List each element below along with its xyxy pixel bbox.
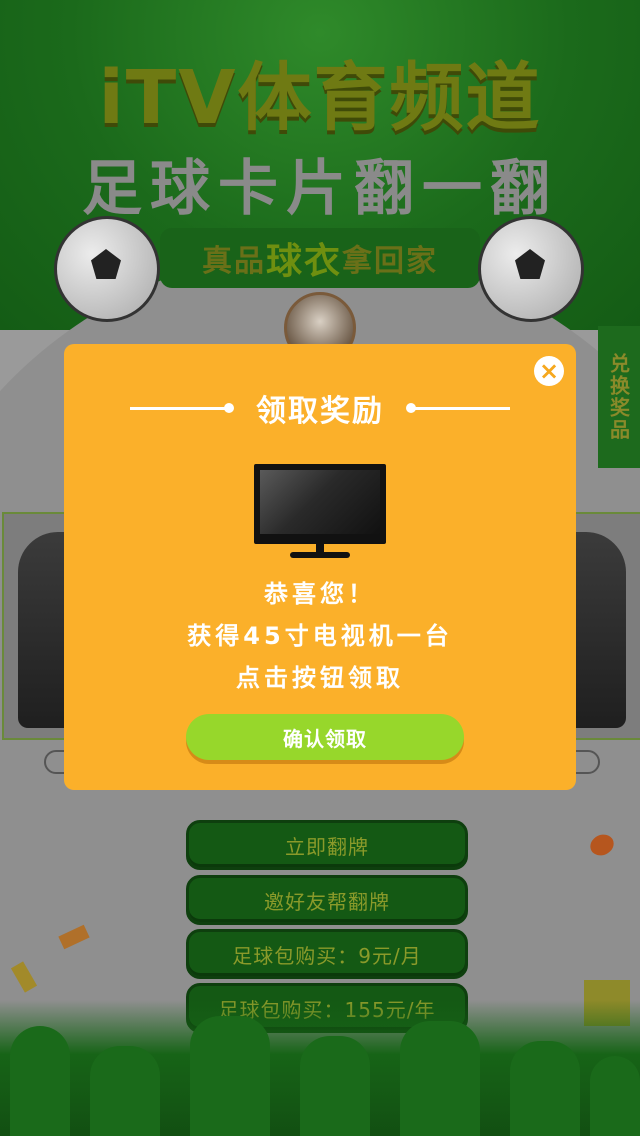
tv-base [290,552,350,558]
modal-title-row: 领取奖励 [64,388,576,429]
tv-stand [316,544,324,552]
prize-text: 获得45寸电视机一台 [187,622,453,650]
modal-title: 领取奖励 [256,394,384,429]
confirm-claim-button[interactable]: 确认领取 [186,714,464,760]
title-divider-right [406,402,510,413]
title-divider-left [130,402,234,413]
tv-icon [254,464,386,560]
tv-screen [254,464,386,544]
reward-modal: × 领取奖励 恭喜您！ 获得45寸电视机一台 点击按钮领取 确认领取 [64,344,576,790]
page: iTV体育频道 足球卡片翻一翻 真品 球衣 拿回家 兑换奖品 立即翻牌 邀好友帮… [0,0,640,1136]
congrats-text: 恭喜您！ [264,580,376,608]
instruction-text: 点击按钮领取 [236,664,404,692]
close-icon[interactable]: × [534,356,564,386]
